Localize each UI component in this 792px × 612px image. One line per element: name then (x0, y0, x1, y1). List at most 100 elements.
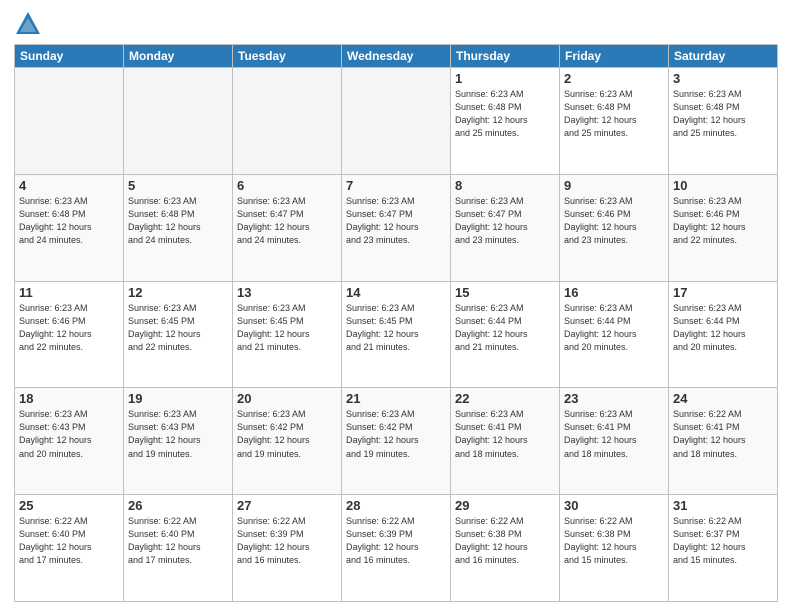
day-number: 22 (455, 391, 555, 406)
week-row-4: 25Sunrise: 6:22 AM Sunset: 6:40 PM Dayli… (15, 495, 778, 602)
calendar-cell: 23 Sunrise: 6:23 AM Sunset: 6:41 PM Dayli… (560, 388, 669, 495)
day-number: 17 (673, 285, 773, 300)
day-number: 11 (19, 285, 119, 300)
calendar-cell: 22 Sunrise: 6:23 AM Sunset: 6:41 PM Dayli… (451, 388, 560, 495)
day-number: 7 (346, 178, 446, 193)
day-info: Sunrise: 6:23 AM Sunset: 6:47 PM Dayligh… (346, 195, 446, 247)
day-number: 27 (237, 498, 337, 513)
day-info: Sunrise: 6:22 AM Sunset: 6:40 PM Dayligh… (19, 515, 119, 567)
calendar-cell: 6 Sunrise: 6:23 AM Sunset: 6:47 PM Daylig… (233, 174, 342, 281)
week-row-3: 18 Sunrise: 6:23 AM Sunset: 6:43 PM Dayli… (15, 388, 778, 495)
day-number: 26 (128, 498, 228, 513)
day-info: Sunrise: 6:23 AM Sunset: 6:47 PM Dayligh… (237, 195, 337, 247)
calendar-cell: 4 Sunrise: 6:23 AM Sunset: 6:48 PM Daylig… (15, 174, 124, 281)
day-number: 2 (564, 71, 664, 86)
day-number: 31 (673, 498, 773, 513)
calendar-cell: 27Sunrise: 6:22 AM Sunset: 6:39 PM Dayli… (233, 495, 342, 602)
calendar-cell: 1 Sunrise: 6:23 AM Sunset: 6:48 PM Daylig… (451, 68, 560, 175)
calendar-cell: 19Sunrise: 6:23 AM Sunset: 6:43 PM Dayli… (124, 388, 233, 495)
logo (14, 10, 46, 38)
day-number: 30 (564, 498, 664, 513)
calendar-cell: 28 Sunrise: 6:22 AM Sunset: 6:39 PM Dayli… (342, 495, 451, 602)
week-row-1: 4 Sunrise: 6:23 AM Sunset: 6:48 PM Daylig… (15, 174, 778, 281)
calendar-cell: 21 Sunrise: 6:23 AM Sunset: 6:42 PM Dayli… (342, 388, 451, 495)
day-number: 28 (346, 498, 446, 513)
day-info: Sunrise: 6:23 AM Sunset: 6:42 PM Dayligh… (346, 408, 446, 460)
calendar-cell: 24Sunrise: 6:22 AM Sunset: 6:41 PM Dayli… (669, 388, 778, 495)
day-number: 23 (564, 391, 664, 406)
day-info: Sunrise: 6:23 AM Sunset: 6:44 PM Dayligh… (564, 302, 664, 354)
calendar-cell: 16 Sunrise: 6:23 AM Sunset: 6:44 PM Dayli… (560, 281, 669, 388)
weekday-header-row: SundayMondayTuesdayWednesdayThursdayFrid… (15, 45, 778, 68)
calendar-cell: 5Sunrise: 6:23 AM Sunset: 6:48 PM Daylig… (124, 174, 233, 281)
day-info: Sunrise: 6:23 AM Sunset: 6:45 PM Dayligh… (237, 302, 337, 354)
day-info: Sunrise: 6:23 AM Sunset: 6:44 PM Dayligh… (455, 302, 555, 354)
week-row-2: 11 Sunrise: 6:23 AM Sunset: 6:46 PM Dayli… (15, 281, 778, 388)
calendar-cell (342, 68, 451, 175)
day-number: 10 (673, 178, 773, 193)
calendar-cell: 9Sunrise: 6:23 AM Sunset: 6:46 PM Daylig… (560, 174, 669, 281)
logo-icon (14, 10, 42, 38)
day-number: 9 (564, 178, 664, 193)
day-info: Sunrise: 6:23 AM Sunset: 6:46 PM Dayligh… (673, 195, 773, 247)
calendar-cell: 18 Sunrise: 6:23 AM Sunset: 6:43 PM Dayli… (15, 388, 124, 495)
day-info: Sunrise: 6:23 AM Sunset: 6:48 PM Dayligh… (19, 195, 119, 247)
day-info: Sunrise: 6:23 AM Sunset: 6:41 PM Dayligh… (564, 408, 664, 460)
day-number: 18 (19, 391, 119, 406)
day-info: Sunrise: 6:23 AM Sunset: 6:41 PM Dayligh… (455, 408, 555, 460)
weekday-saturday: Saturday (669, 45, 778, 68)
week-row-0: 1 Sunrise: 6:23 AM Sunset: 6:48 PM Daylig… (15, 68, 778, 175)
day-number: 19 (128, 391, 228, 406)
calendar-cell: 3 Sunrise: 6:23 AM Sunset: 6:48 PM Daylig… (669, 68, 778, 175)
day-number: 16 (564, 285, 664, 300)
day-info: Sunrise: 6:22 AM Sunset: 6:40 PM Dayligh… (128, 515, 228, 567)
weekday-wednesday: Wednesday (342, 45, 451, 68)
day-number: 12 (128, 285, 228, 300)
weekday-friday: Friday (560, 45, 669, 68)
day-number: 21 (346, 391, 446, 406)
calendar-cell: 17 Sunrise: 6:23 AM Sunset: 6:44 PM Dayli… (669, 281, 778, 388)
day-info: Sunrise: 6:23 AM Sunset: 6:45 PM Dayligh… (346, 302, 446, 354)
calendar-cell: 14Sunrise: 6:23 AM Sunset: 6:45 PM Dayli… (342, 281, 451, 388)
day-info: Sunrise: 6:23 AM Sunset: 6:46 PM Dayligh… (19, 302, 119, 354)
calendar-cell: 29 Sunrise: 6:22 AM Sunset: 6:38 PM Dayli… (451, 495, 560, 602)
calendar-cell: 20 Sunrise: 6:23 AM Sunset: 6:42 PM Dayli… (233, 388, 342, 495)
day-number: 6 (237, 178, 337, 193)
day-info: Sunrise: 6:23 AM Sunset: 6:44 PM Dayligh… (673, 302, 773, 354)
day-info: Sunrise: 6:22 AM Sunset: 6:39 PM Dayligh… (346, 515, 446, 567)
calendar-cell: 2 Sunrise: 6:23 AM Sunset: 6:48 PM Daylig… (560, 68, 669, 175)
calendar-cell: 12 Sunrise: 6:23 AM Sunset: 6:45 PM Dayli… (124, 281, 233, 388)
day-info: Sunrise: 6:22 AM Sunset: 6:37 PM Dayligh… (673, 515, 773, 567)
day-info: Sunrise: 6:23 AM Sunset: 6:45 PM Dayligh… (128, 302, 228, 354)
day-number: 29 (455, 498, 555, 513)
day-number: 20 (237, 391, 337, 406)
calendar-cell: 30Sunrise: 6:22 AM Sunset: 6:38 PM Dayli… (560, 495, 669, 602)
calendar-cell: 25Sunrise: 6:22 AM Sunset: 6:40 PM Dayli… (15, 495, 124, 602)
calendar-cell (233, 68, 342, 175)
day-number: 4 (19, 178, 119, 193)
weekday-thursday: Thursday (451, 45, 560, 68)
calendar-cell: 10 Sunrise: 6:23 AM Sunset: 6:46 PM Dayli… (669, 174, 778, 281)
calendar-cell: 26 Sunrise: 6:22 AM Sunset: 6:40 PM Dayli… (124, 495, 233, 602)
page-header (14, 10, 778, 38)
day-number: 24 (673, 391, 773, 406)
day-number: 8 (455, 178, 555, 193)
day-info: Sunrise: 6:23 AM Sunset: 6:48 PM Dayligh… (455, 88, 555, 140)
weekday-tuesday: Tuesday (233, 45, 342, 68)
day-info: Sunrise: 6:23 AM Sunset: 6:48 PM Dayligh… (128, 195, 228, 247)
calendar-cell: 11 Sunrise: 6:23 AM Sunset: 6:46 PM Dayli… (15, 281, 124, 388)
day-info: Sunrise: 6:23 AM Sunset: 6:43 PM Dayligh… (19, 408, 119, 460)
day-number: 13 (237, 285, 337, 300)
day-info: Sunrise: 6:23 AM Sunset: 6:42 PM Dayligh… (237, 408, 337, 460)
day-number: 1 (455, 71, 555, 86)
day-number: 15 (455, 285, 555, 300)
day-info: Sunrise: 6:23 AM Sunset: 6:48 PM Dayligh… (564, 88, 664, 140)
calendar-cell: 13 Sunrise: 6:23 AM Sunset: 6:45 PM Dayli… (233, 281, 342, 388)
day-number: 3 (673, 71, 773, 86)
calendar-cell: 8 Sunrise: 6:23 AM Sunset: 6:47 PM Daylig… (451, 174, 560, 281)
day-info: Sunrise: 6:23 AM Sunset: 6:47 PM Dayligh… (455, 195, 555, 247)
day-info: Sunrise: 6:23 AM Sunset: 6:48 PM Dayligh… (673, 88, 773, 140)
calendar-cell: 15 Sunrise: 6:23 AM Sunset: 6:44 PM Dayli… (451, 281, 560, 388)
calendar-cell (124, 68, 233, 175)
day-info: Sunrise: 6:22 AM Sunset: 6:38 PM Dayligh… (455, 515, 555, 567)
